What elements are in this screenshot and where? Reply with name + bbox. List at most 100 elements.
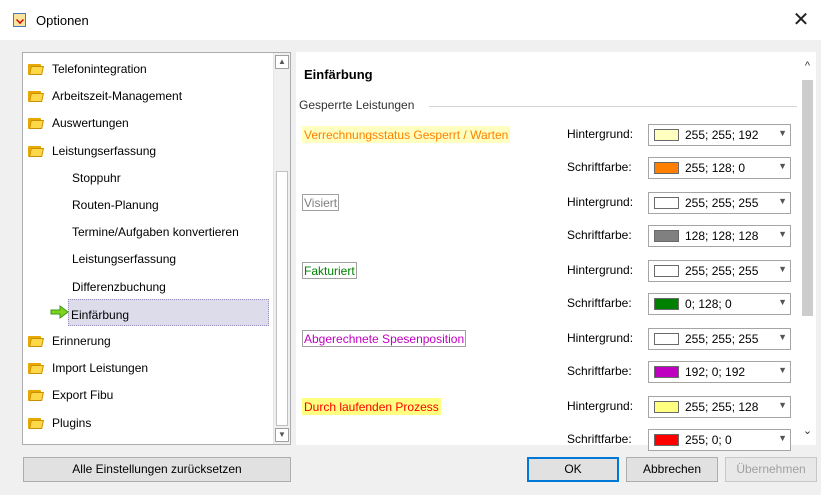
- scroll-up-arrow-icon[interactable]: ▲: [275, 55, 289, 69]
- color-swatch: [654, 265, 679, 277]
- tree-child-label: Differenzbuchung: [72, 279, 166, 294]
- folder-icon: [28, 90, 44, 103]
- folder-icon: [28, 389, 44, 402]
- color-value: 255; 255; 255: [685, 264, 759, 278]
- font-color-picker[interactable]: 0; 128; 0 ▼: [648, 293, 791, 315]
- tree-scrollbar[interactable]: ▲ ▼: [273, 53, 290, 444]
- scroll-down-arrow-icon[interactable]: ▼: [275, 428, 289, 442]
- background-color-picker[interactable]: 255; 255; 255 ▼: [648, 328, 791, 350]
- font-color-label: Schriftfarbe:: [567, 160, 632, 174]
- window-title: Optionen: [36, 13, 89, 28]
- apply-button[interactable]: Übernehmen: [725, 457, 817, 482]
- tree-child-label: Routen-Planung: [72, 198, 159, 212]
- tree-item-label: Plugins: [52, 415, 92, 430]
- tree-child-termine-aufgaben-konvertieren[interactable]: Termine/Aufgaben konvertieren: [23, 221, 273, 243]
- background-color-picker[interactable]: 255; 255; 255 ▼: [648, 192, 791, 214]
- folder-icon: [28, 417, 44, 429]
- tree-child-leistungserfassung[interactable]: Leistungserfassung: [23, 248, 273, 270]
- chevron-down-icon[interactable]: ▼: [778, 297, 787, 307]
- color-swatch: [654, 401, 679, 413]
- chevron-up-icon[interactable]: ^: [799, 60, 816, 72]
- color-swatch: [654, 434, 679, 446]
- tree-child-label: Stoppuhr: [72, 170, 121, 185]
- close-button[interactable]: ✕: [781, 4, 821, 36]
- tree-child-differenzbuchung[interactable]: Differenzbuchung: [23, 276, 273, 298]
- chevron-down-icon[interactable]: ▼: [778, 365, 787, 375]
- color-value: 0; 128; 0: [685, 297, 732, 311]
- tree-item-erinnerung[interactable]: Erinnerung: [23, 330, 273, 352]
- chevron-down-icon[interactable]: ▼: [778, 264, 787, 274]
- background-color-picker[interactable]: 255; 255; 192 ▼: [648, 124, 791, 146]
- color-swatch: [654, 366, 679, 378]
- color-swatch: [654, 333, 679, 345]
- chevron-down-icon[interactable]: ▼: [778, 400, 787, 410]
- color-sample-label: Fakturiert: [302, 262, 357, 279]
- tree-item-plugins[interactable]: Plugins: [23, 412, 273, 434]
- tree-child-routen-planung[interactable]: Routen-Planung: [23, 194, 273, 216]
- ok-button[interactable]: OK: [527, 457, 619, 482]
- cancel-button[interactable]: Abbrechen: [626, 457, 718, 482]
- chevron-down-icon[interactable]: ⌄: [799, 424, 816, 437]
- color-value: 255; 128; 0: [685, 161, 746, 175]
- tree-child-einfärbung[interactable]: Einfärbung: [23, 304, 273, 326]
- font-color-picker[interactable]: 255; 0; 0 ▼: [648, 429, 791, 451]
- font-color-picker[interactable]: 128; 128; 128 ▼: [648, 225, 791, 247]
- app-icon: [13, 13, 26, 27]
- color-swatch: [654, 162, 679, 174]
- font-color-label: Schriftfarbe:: [567, 296, 632, 310]
- folder-icon: [28, 335, 44, 347]
- color-sample-label: Abgerechnete Spesenposition: [302, 330, 467, 347]
- color-sample-label: Verrechnungsstatus Gesperrt / Warten: [302, 126, 511, 143]
- tree-item-label: Export Fibu: [52, 388, 114, 403]
- color-swatch: [654, 129, 679, 141]
- tree-scrollbar-thumb[interactable]: [276, 171, 288, 426]
- tree-item-telefonintegration[interactable]: Telefonintegration: [23, 58, 273, 80]
- tree-item-leistungserfassung[interactable]: Leistungserfassung: [23, 140, 273, 162]
- color-value: 255; 255; 255: [685, 196, 759, 210]
- chevron-down-icon[interactable]: ▼: [778, 161, 787, 171]
- title-bar: Optionen ✕: [0, 0, 821, 40]
- tree-item-label: Import Leistungen: [52, 361, 149, 376]
- font-color-label: Schriftfarbe:: [567, 432, 632, 446]
- folder-icon: [28, 117, 44, 130]
- tree-item-label: Telefonintegration: [52, 62, 147, 76]
- tree-item-import-leistungen[interactable]: Import Leistungen: [23, 357, 273, 379]
- color-value: 255; 255; 192: [685, 128, 759, 142]
- tree-item-arbeitszeit-management[interactable]: Arbeitszeit-Management: [23, 85, 273, 107]
- panel-scrollbar-thumb[interactable]: [802, 80, 813, 316]
- chevron-down-icon[interactable]: ▼: [778, 433, 787, 443]
- color-value: 192; 0; 192: [685, 365, 746, 379]
- background-label: Hintergrund:: [567, 195, 634, 209]
- background-label: Hintergrund:: [567, 399, 634, 413]
- font-color-picker[interactable]: 255; 128; 0 ▼: [648, 157, 791, 179]
- color-swatch: [654, 197, 679, 209]
- tree-item-auswertungen[interactable]: Auswertungen: [23, 112, 273, 134]
- reset-all-button[interactable]: Alle Einstellungen zurücksetzen: [23, 457, 291, 482]
- folder-icon: [28, 145, 44, 157]
- tree-child-label: Einfärbung: [71, 307, 130, 322]
- settings-panel: Einfärbung Gesperrte Leistungen Verrechn…: [296, 52, 816, 451]
- chevron-down-icon[interactable]: ▼: [778, 229, 787, 239]
- background-color-picker[interactable]: 255; 255; 255 ▼: [648, 260, 791, 282]
- panel-scrollbar[interactable]: ^ ⌄: [799, 52, 816, 445]
- color-value: 255; 0; 0: [685, 433, 732, 447]
- color-value: 255; 255; 128: [685, 400, 759, 414]
- font-color-picker[interactable]: 192; 0; 192 ▼: [648, 361, 791, 383]
- chevron-down-icon[interactable]: ▼: [778, 332, 787, 342]
- group-divider: [429, 106, 797, 107]
- font-color-label: Schriftfarbe:: [567, 228, 632, 242]
- background-color-picker[interactable]: 255; 255; 128 ▼: [648, 396, 791, 418]
- background-label: Hintergrund:: [567, 263, 634, 277]
- color-swatch: [654, 230, 679, 242]
- chevron-down-icon[interactable]: ▼: [778, 128, 787, 138]
- tree-item-export-fibu[interactable]: Export Fibu: [23, 384, 273, 406]
- tree-item-label: Leistungserfassung: [52, 143, 157, 158]
- tree-item-label: Arbeitszeit-Management: [52, 89, 183, 104]
- options-tree[interactable]: Telefonintegration Arbeitszeit-Management…: [22, 52, 291, 445]
- tree-item-label: Erinnerung: [52, 334, 111, 348]
- tree-child-stoppuhr[interactable]: Stoppuhr: [23, 167, 273, 189]
- color-value: 128; 128; 128: [685, 229, 759, 243]
- chevron-down-icon[interactable]: ▼: [778, 196, 787, 206]
- font-color-label: Schriftfarbe:: [567, 364, 632, 378]
- tree-child-label: Termine/Aufgaben konvertieren: [72, 225, 239, 240]
